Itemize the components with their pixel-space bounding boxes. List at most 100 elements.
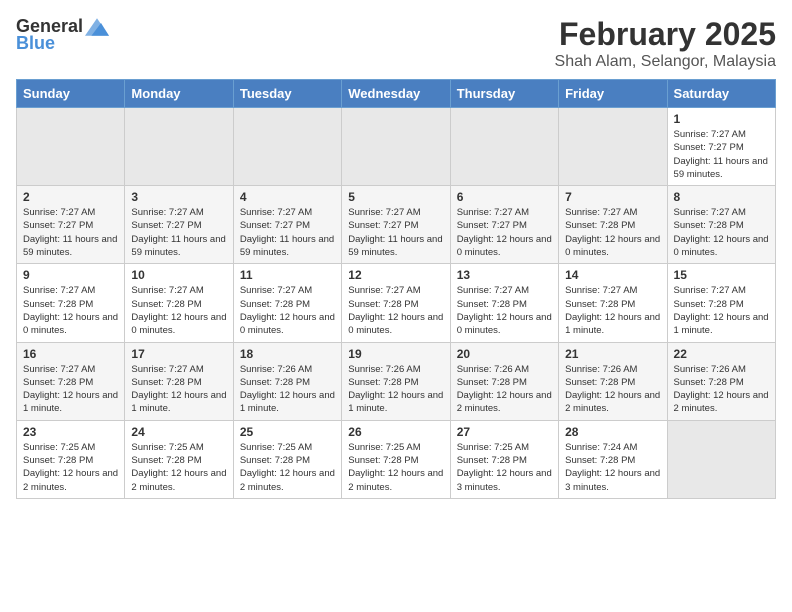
calendar-day-cell xyxy=(450,108,558,186)
calendar-day-cell xyxy=(559,108,667,186)
day-info: Sunrise: 7:27 AMSunset: 7:28 PMDaylight:… xyxy=(565,206,660,259)
calendar-header-thursday: Thursday xyxy=(450,80,558,108)
day-number: 8 xyxy=(674,190,769,204)
day-info: Sunrise: 7:27 AMSunset: 7:27 PMDaylight:… xyxy=(240,206,335,259)
day-number: 13 xyxy=(457,268,552,282)
day-number: 1 xyxy=(674,112,769,126)
day-number: 5 xyxy=(348,190,443,204)
day-number: 3 xyxy=(131,190,226,204)
calendar-day-cell: 14 Sunrise: 7:27 AMSunset: 7:28 PMDayligh… xyxy=(559,264,667,342)
calendar-day-cell: 18 Sunrise: 7:26 AMSunset: 7:28 PMDayligh… xyxy=(233,342,341,420)
day-info: Sunrise: 7:27 AMSunset: 7:28 PMDaylight:… xyxy=(565,284,660,337)
day-number: 17 xyxy=(131,347,226,361)
calendar-day-cell xyxy=(342,108,450,186)
day-info: Sunrise: 7:27 AMSunset: 7:28 PMDaylight:… xyxy=(131,363,226,416)
day-info: Sunrise: 7:27 AMSunset: 7:28 PMDaylight:… xyxy=(674,284,769,337)
day-info: Sunrise: 7:25 AMSunset: 7:28 PMDaylight:… xyxy=(131,441,226,494)
calendar-day-cell: 15 Sunrise: 7:27 AMSunset: 7:28 PMDayligh… xyxy=(667,264,775,342)
calendar-day-cell: 6 Sunrise: 7:27 AMSunset: 7:27 PMDaylight… xyxy=(450,186,558,264)
calendar-header-friday: Friday xyxy=(559,80,667,108)
day-number: 23 xyxy=(23,425,118,439)
day-info: Sunrise: 7:27 AMSunset: 7:28 PMDaylight:… xyxy=(240,284,335,337)
calendar-header-row: SundayMondayTuesdayWednesdayThursdayFrid… xyxy=(17,80,776,108)
logo-icon xyxy=(85,17,109,37)
calendar-day-cell: 19Sunrise: 7:26 AMSunset: 7:28 PMDayligh… xyxy=(342,342,450,420)
calendar-header-tuesday: Tuesday xyxy=(233,80,341,108)
calendar-header-wednesday: Wednesday xyxy=(342,80,450,108)
calendar-day-cell: 24Sunrise: 7:25 AMSunset: 7:28 PMDayligh… xyxy=(125,420,233,498)
day-number: 7 xyxy=(565,190,660,204)
calendar-day-cell: 22 Sunrise: 7:26 AMSunset: 7:28 PMDayligh… xyxy=(667,342,775,420)
day-info: Sunrise: 7:27 AMSunset: 7:27 PMDaylight:… xyxy=(348,206,443,259)
day-number: 15 xyxy=(674,268,769,282)
calendar-day-cell xyxy=(125,108,233,186)
calendar-week-row: 9 Sunrise: 7:27 AMSunset: 7:28 PMDaylight… xyxy=(17,264,776,342)
day-info: Sunrise: 7:26 AMSunset: 7:28 PMDaylight:… xyxy=(565,363,660,416)
day-info: Sunrise: 7:26 AMSunset: 7:28 PMDaylight:… xyxy=(674,363,769,416)
calendar-day-cell: 11 Sunrise: 7:27 AMSunset: 7:28 PMDayligh… xyxy=(233,264,341,342)
calendar-day-cell: 27Sunrise: 7:25 AMSunset: 7:28 PMDayligh… xyxy=(450,420,558,498)
calendar-day-cell: 7 Sunrise: 7:27 AMSunset: 7:28 PMDaylight… xyxy=(559,186,667,264)
calendar-header-saturday: Saturday xyxy=(667,80,775,108)
calendar-day-cell: 9 Sunrise: 7:27 AMSunset: 7:28 PMDaylight… xyxy=(17,264,125,342)
day-number: 11 xyxy=(240,268,335,282)
calendar-week-row: 2 Sunrise: 7:27 AMSunset: 7:27 PMDaylight… xyxy=(17,186,776,264)
day-number: 26 xyxy=(348,425,443,439)
calendar-week-row: 1 Sunrise: 7:27 AMSunset: 7:27 PMDaylight… xyxy=(17,108,776,186)
logo-blue: Blue xyxy=(16,33,55,54)
sub-title: Shah Alam, Selangor, Malaysia xyxy=(555,53,776,71)
day-info: Sunrise: 7:27 AMSunset: 7:27 PMDaylight:… xyxy=(457,206,552,259)
day-number: 16 xyxy=(23,347,118,361)
day-number: 21 xyxy=(565,347,660,361)
day-number: 22 xyxy=(674,347,769,361)
day-info: Sunrise: 7:25 AMSunset: 7:28 PMDaylight:… xyxy=(457,441,552,494)
calendar-day-cell: 3Sunrise: 7:27 AMSunset: 7:27 PMDaylight… xyxy=(125,186,233,264)
day-info: Sunrise: 7:27 AMSunset: 7:28 PMDaylight:… xyxy=(23,284,118,337)
calendar-day-cell: 1 Sunrise: 7:27 AMSunset: 7:27 PMDaylight… xyxy=(667,108,775,186)
main-title: February 2025 xyxy=(555,16,776,53)
calendar-header-sunday: Sunday xyxy=(17,80,125,108)
day-number: 18 xyxy=(240,347,335,361)
day-info: Sunrise: 7:27 AMSunset: 7:28 PMDaylight:… xyxy=(674,206,769,259)
day-number: 28 xyxy=(565,425,660,439)
day-info: Sunrise: 7:24 AMSunset: 7:28 PMDaylight:… xyxy=(565,441,660,494)
day-info: Sunrise: 7:25 AMSunset: 7:28 PMDaylight:… xyxy=(348,441,443,494)
day-number: 2 xyxy=(23,190,118,204)
day-info: Sunrise: 7:26 AMSunset: 7:28 PMDaylight:… xyxy=(457,363,552,416)
calendar-day-cell: 12Sunrise: 7:27 AMSunset: 7:28 PMDayligh… xyxy=(342,264,450,342)
day-info: Sunrise: 7:27 AMSunset: 7:28 PMDaylight:… xyxy=(131,284,226,337)
calendar-day-cell xyxy=(17,108,125,186)
logo: General Blue xyxy=(16,16,109,54)
calendar-day-cell xyxy=(667,420,775,498)
day-number: 6 xyxy=(457,190,552,204)
day-number: 14 xyxy=(565,268,660,282)
day-info: Sunrise: 7:25 AMSunset: 7:28 PMDaylight:… xyxy=(23,441,118,494)
calendar-day-cell: 23 Sunrise: 7:25 AMSunset: 7:28 PMDayligh… xyxy=(17,420,125,498)
day-info: Sunrise: 7:27 AMSunset: 7:28 PMDaylight:… xyxy=(457,284,552,337)
day-info: Sunrise: 7:26 AMSunset: 7:28 PMDaylight:… xyxy=(240,363,335,416)
calendar-day-cell: 28 Sunrise: 7:24 AMSunset: 7:28 PMDayligh… xyxy=(559,420,667,498)
day-number: 20 xyxy=(457,347,552,361)
calendar-day-cell: 8 Sunrise: 7:27 AMSunset: 7:28 PMDaylight… xyxy=(667,186,775,264)
calendar-day-cell: 5 Sunrise: 7:27 AMSunset: 7:27 PMDaylight… xyxy=(342,186,450,264)
calendar-week-row: 23 Sunrise: 7:25 AMSunset: 7:28 PMDayligh… xyxy=(17,420,776,498)
calendar-week-row: 16 Sunrise: 7:27 AMSunset: 7:28 PMDayligh… xyxy=(17,342,776,420)
page-header: General Blue February 2025 Shah Alam, Se… xyxy=(16,16,776,71)
calendar-day-cell: 2Sunrise: 7:27 AMSunset: 7:27 PMDaylight… xyxy=(17,186,125,264)
day-number: 9 xyxy=(23,268,118,282)
calendar-day-cell: 21 Sunrise: 7:26 AMSunset: 7:28 PMDayligh… xyxy=(559,342,667,420)
calendar-day-cell: 10Sunrise: 7:27 AMSunset: 7:28 PMDayligh… xyxy=(125,264,233,342)
day-info: Sunrise: 7:27 AMSunset: 7:28 PMDaylight:… xyxy=(23,363,118,416)
day-info: Sunrise: 7:27 AMSunset: 7:27 PMDaylight:… xyxy=(674,128,769,181)
calendar-day-cell: 17 Sunrise: 7:27 AMSunset: 7:28 PMDayligh… xyxy=(125,342,233,420)
calendar-day-cell: 25Sunrise: 7:25 AMSunset: 7:28 PMDayligh… xyxy=(233,420,341,498)
calendar-day-cell: 13 Sunrise: 7:27 AMSunset: 7:28 PMDayligh… xyxy=(450,264,558,342)
day-info: Sunrise: 7:25 AMSunset: 7:28 PMDaylight:… xyxy=(240,441,335,494)
day-info: Sunrise: 7:27 AMSunset: 7:28 PMDaylight:… xyxy=(348,284,443,337)
calendar-day-cell: 16 Sunrise: 7:27 AMSunset: 7:28 PMDayligh… xyxy=(17,342,125,420)
calendar-header-monday: Monday xyxy=(125,80,233,108)
calendar-day-cell: 20 Sunrise: 7:26 AMSunset: 7:28 PMDayligh… xyxy=(450,342,558,420)
calendar-day-cell xyxy=(233,108,341,186)
calendar-day-cell: 4Sunrise: 7:27 AMSunset: 7:27 PMDaylight… xyxy=(233,186,341,264)
title-block: February 2025 Shah Alam, Selangor, Malay… xyxy=(555,16,776,71)
